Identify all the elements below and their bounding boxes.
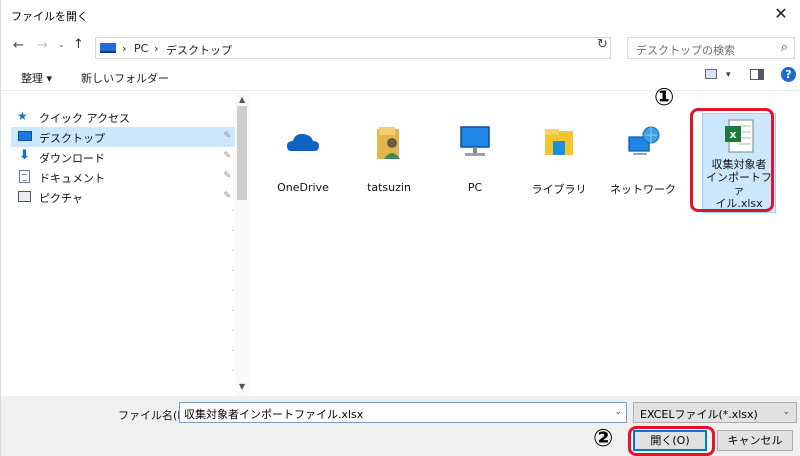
sidebar-item-documents[interactable]: ドキュメント ✎ (13, 167, 235, 187)
file-item-network[interactable]: ネットワーク (605, 113, 681, 209)
scrollbar-thumb[interactable] (237, 106, 247, 200)
pin-icon[interactable]: ✎ (223, 171, 231, 181)
breadcrumb-separator[interactable]: › (122, 42, 126, 55)
organize-button[interactable]: 整理 ▾ (21, 70, 52, 86)
tree-guide-dots (232, 210, 234, 380)
file-item-label: OneDrive (277, 181, 329, 194)
star-icon: ★ (17, 109, 28, 123)
breadcrumb-separator[interactable]: › (154, 42, 158, 55)
pc-icon (460, 126, 490, 156)
back-arrow-icon[interactable]: ← (13, 38, 24, 53)
file-item-libraries[interactable]: ライブラリ (521, 113, 597, 209)
sidebar-item-desktop[interactable]: デスクトップ ✎ (11, 127, 235, 147)
download-icon: ⬇ (19, 148, 30, 163)
annotation-step-1: ① (654, 83, 675, 111)
file-item-label: ライブラリ (531, 183, 587, 196)
sidebar-item-label: ドキュメント (39, 172, 105, 185)
desktop-icon (18, 131, 32, 141)
filetype-value: EXCELファイル(*.xlsx) (640, 408, 758, 421)
search-input[interactable]: デスクトップの検索 ⌕ (627, 37, 795, 59)
filetype-dropdown-icon[interactable]: ⌄ (782, 407, 790, 417)
file-item-onedrive[interactable]: OneDrive (265, 113, 341, 209)
annotation-highlight-file (690, 108, 774, 212)
file-item-label: tatsuzin (367, 181, 411, 194)
pin-icon[interactable]: ✎ (223, 151, 231, 161)
cancel-button[interactable]: キャンセル (717, 430, 793, 451)
command-toolbar: 整理 ▾ 新しいフォルダー ▾ ? (1, 66, 800, 88)
filetype-select[interactable]: EXCELファイル(*.xlsx) ⌄ (633, 402, 797, 423)
help-icon[interactable]: ? (781, 67, 796, 82)
window-title: ファイルを開く (11, 10, 88, 23)
sidebar-item-label: デスクトップ (39, 132, 105, 145)
sidebar-item-label: ピクチャ (39, 192, 83, 205)
pc-icon (100, 43, 116, 53)
navigation-pane: ★ クイック アクセス デスクトップ ✎ ⬇ ダウンロード ✎ ドキュメント ✎… (1, 91, 249, 396)
new-folder-button[interactable]: 新しいフォルダー (81, 70, 169, 86)
up-arrow-icon[interactable]: ↑ (73, 37, 84, 52)
filename-input[interactable]: 収集対象者インポートファイル.xlsx ⌄ (179, 402, 627, 423)
document-icon (19, 170, 30, 183)
filename-value: 収集対象者インポートファイル.xlsx (184, 408, 364, 421)
file-item-label: ネットワーク (610, 183, 676, 196)
sidebar-item-quick-access[interactable]: ★ クイック アクセス (13, 107, 235, 127)
file-item-pc[interactable]: PC (437, 113, 513, 209)
breadcrumb-desktop[interactable]: デスクトップ (166, 42, 232, 58)
title-bar: ファイルを開く ✕ (1, 0, 800, 30)
pin-icon[interactable]: ✎ (223, 131, 231, 141)
annotation-step-2: ② (593, 424, 614, 452)
file-item-label: PC (467, 181, 483, 194)
file-item-tatsuzin[interactable]: tatsuzin (351, 113, 427, 209)
user-folder-icon (377, 127, 400, 159)
filename-dropdown-icon[interactable]: ⌄ (614, 407, 622, 417)
scroll-down-icon[interactable]: ▼ (239, 382, 245, 391)
pictures-icon (18, 191, 31, 202)
sidebar-item-pictures[interactable]: ピクチャ ✎ (13, 187, 235, 207)
address-bar[interactable]: › PC › デスクトップ ⌄ (95, 37, 684, 59)
onedrive-icon (287, 133, 319, 151)
scroll-up-icon[interactable]: ▲ (239, 95, 245, 104)
pin-icon[interactable]: ✎ (223, 191, 231, 201)
forward-arrow-icon[interactable]: → (37, 38, 48, 53)
search-icon[interactable]: ⌕ (781, 40, 788, 55)
preview-pane-icon[interactable] (750, 69, 764, 80)
refresh-icon[interactable]: ↻ (597, 37, 608, 52)
close-button[interactable]: ✕ (761, 0, 800, 30)
annotation-highlight-open (628, 426, 715, 456)
sidebar-item-label: ダウンロード (39, 152, 105, 165)
search-placeholder: デスクトップの検索 (636, 44, 735, 57)
sidebar-item-label: クイック アクセス (39, 112, 130, 125)
view-options-dropdown-icon[interactable]: ▾ (726, 70, 731, 80)
recent-locations-dropdown-icon[interactable]: ⌄ (58, 40, 65, 49)
breadcrumb-pc[interactable]: PC (134, 42, 148, 55)
change-view-icon[interactable] (705, 69, 717, 79)
file-open-dialog: ファイルを開く ✕ ← → ⌄ ↑ › PC › デスクトップ ⌄ ↻ デスクト… (0, 0, 800, 456)
network-icon (628, 126, 660, 155)
library-icon (545, 129, 573, 155)
sidebar-item-downloads[interactable]: ⬇ ダウンロード ✎ (13, 147, 235, 167)
